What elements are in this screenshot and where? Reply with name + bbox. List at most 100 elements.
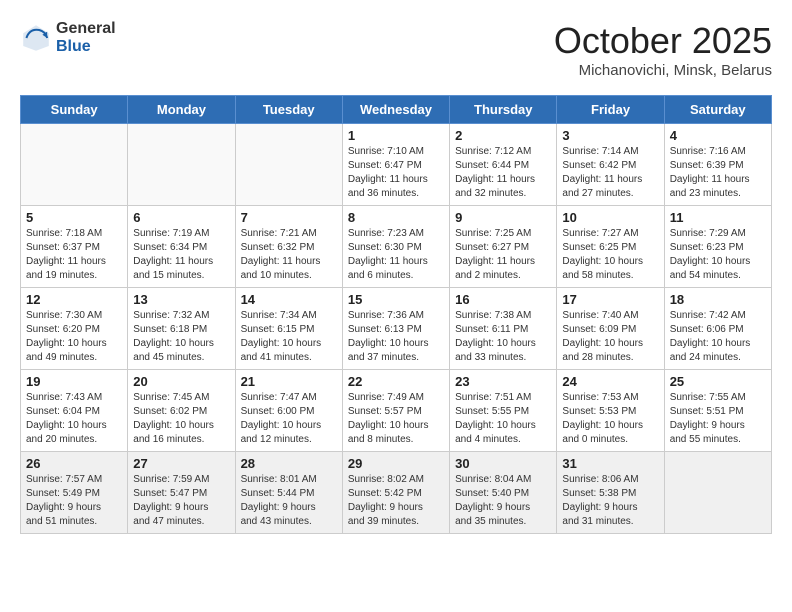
calendar-cell: 26 Sunrise: 7:57 AM Sunset: 5:49 PM Dayli… — [21, 452, 128, 534]
day-info: Sunrise: 7:21 AM Sunset: 6:32 PM Dayligh… — [241, 227, 337, 283]
weekday-header-monday: Monday — [128, 96, 235, 124]
day-number: 15 — [348, 292, 444, 307]
weekday-header-friday: Friday — [557, 96, 664, 124]
day-number: 12 — [26, 292, 122, 307]
location-subtitle: Michanovichi, Minsk, Belarus — [554, 62, 772, 79]
day-number: 21 — [241, 374, 337, 389]
day-number: 25 — [670, 374, 766, 389]
day-number: 19 — [26, 374, 122, 389]
day-info: Sunrise: 7:53 AM Sunset: 5:53 PM Dayligh… — [562, 391, 658, 447]
day-info: Sunrise: 7:38 AM Sunset: 6:11 PM Dayligh… — [455, 309, 551, 365]
calendar-cell: 14 Sunrise: 7:34 AM Sunset: 6:15 PM Dayli… — [235, 288, 342, 370]
day-number: 11 — [670, 210, 766, 225]
day-number: 7 — [241, 210, 337, 225]
calendar-cell: 19 Sunrise: 7:43 AM Sunset: 6:04 PM Dayli… — [21, 370, 128, 452]
day-info: Sunrise: 7:19 AM Sunset: 6:34 PM Dayligh… — [133, 227, 229, 283]
day-number: 9 — [455, 210, 551, 225]
calendar-cell: 29 Sunrise: 8:02 AM Sunset: 5:42 PM Dayli… — [342, 452, 449, 534]
day-info: Sunrise: 7:34 AM Sunset: 6:15 PM Dayligh… — [241, 309, 337, 365]
day-number: 20 — [133, 374, 229, 389]
calendar-cell: 31 Sunrise: 8:06 AM Sunset: 5:38 PM Dayli… — [557, 452, 664, 534]
day-info: Sunrise: 7:40 AM Sunset: 6:09 PM Dayligh… — [562, 309, 658, 365]
day-info: Sunrise: 7:57 AM Sunset: 5:49 PM Dayligh… — [26, 473, 122, 529]
calendar-cell: 27 Sunrise: 7:59 AM Sunset: 5:47 PM Dayli… — [128, 452, 235, 534]
day-number: 6 — [133, 210, 229, 225]
page-header: General Blue October 2025 Michanovichi, … — [20, 20, 772, 79]
day-number: 22 — [348, 374, 444, 389]
day-info: Sunrise: 7:18 AM Sunset: 6:37 PM Dayligh… — [26, 227, 122, 283]
calendar-cell: 17 Sunrise: 7:40 AM Sunset: 6:09 PM Dayli… — [557, 288, 664, 370]
day-number: 31 — [562, 456, 658, 471]
logo-blue-text: Blue — [56, 38, 116, 56]
weekday-header-sunday: Sunday — [21, 96, 128, 124]
day-info: Sunrise: 7:16 AM Sunset: 6:39 PM Dayligh… — [670, 145, 766, 201]
calendar-cell: 13Sunrise: 7:32 AM Sunset: 6:18 PM Dayli… — [128, 288, 235, 370]
day-number: 13 — [133, 292, 229, 307]
day-info: Sunrise: 7:49 AM Sunset: 5:57 PM Dayligh… — [348, 391, 444, 447]
day-info: Sunrise: 8:01 AM Sunset: 5:44 PM Dayligh… — [241, 473, 337, 529]
day-info: Sunrise: 7:14 AM Sunset: 6:42 PM Dayligh… — [562, 145, 658, 201]
calendar-cell — [128, 124, 235, 206]
calendar-cell: 22 Sunrise: 7:49 AM Sunset: 5:57 PM Dayli… — [342, 370, 449, 452]
calendar-cell: 15 Sunrise: 7:36 AM Sunset: 6:13 PM Dayli… — [342, 288, 449, 370]
day-info: Sunrise: 8:02 AM Sunset: 5:42 PM Dayligh… — [348, 473, 444, 529]
day-number: 17 — [562, 292, 658, 307]
day-number: 26 — [26, 456, 122, 471]
day-info: Sunrise: 7:59 AM Sunset: 5:47 PM Dayligh… — [133, 473, 229, 529]
day-info: Sunrise: 8:04 AM Sunset: 5:40 PM Dayligh… — [455, 473, 551, 529]
day-info: Sunrise: 7:27 AM Sunset: 6:25 PM Dayligh… — [562, 227, 658, 283]
weekday-header-row: SundayMondayTuesdayWednesdayThursdayFrid… — [21, 96, 772, 124]
day-number: 27 — [133, 456, 229, 471]
day-info: Sunrise: 7:36 AM Sunset: 6:13 PM Dayligh… — [348, 309, 444, 365]
week-row-3: 12Sunrise: 7:30 AM Sunset: 6:20 PM Dayli… — [21, 288, 772, 370]
logo-general-text: General — [56, 20, 116, 38]
calendar-cell: 3 Sunrise: 7:14 AM Sunset: 6:42 PM Daylig… — [557, 124, 664, 206]
calendar-cell: 28Sunrise: 8:01 AM Sunset: 5:44 PM Dayli… — [235, 452, 342, 534]
day-info: Sunrise: 7:23 AM Sunset: 6:30 PM Dayligh… — [348, 227, 444, 283]
week-row-5: 26 Sunrise: 7:57 AM Sunset: 5:49 PM Dayli… — [21, 452, 772, 534]
day-info: Sunrise: 7:45 AM Sunset: 6:02 PM Dayligh… — [133, 391, 229, 447]
calendar-cell: 18 Sunrise: 7:42 AM Sunset: 6:06 PM Dayli… — [664, 288, 771, 370]
calendar-cell — [21, 124, 128, 206]
day-number: 23 — [455, 374, 551, 389]
calendar-cell: 2Sunrise: 7:12 AM Sunset: 6:44 PM Daylig… — [450, 124, 557, 206]
day-number: 8 — [348, 210, 444, 225]
calendar-cell: 16Sunrise: 7:38 AM Sunset: 6:11 PM Dayli… — [450, 288, 557, 370]
day-number: 18 — [670, 292, 766, 307]
day-info: Sunrise: 8:06 AM Sunset: 5:38 PM Dayligh… — [562, 473, 658, 529]
day-info: Sunrise: 7:29 AM Sunset: 6:23 PM Dayligh… — [670, 227, 766, 283]
week-row-4: 19 Sunrise: 7:43 AM Sunset: 6:04 PM Dayli… — [21, 370, 772, 452]
week-row-1: 1 Sunrise: 7:10 AM Sunset: 6:47 PM Daylig… — [21, 124, 772, 206]
calendar-cell: 10 Sunrise: 7:27 AM Sunset: 6:25 PM Dayli… — [557, 206, 664, 288]
day-info: Sunrise: 7:51 AM Sunset: 5:55 PM Dayligh… — [455, 391, 551, 447]
calendar-cell: 25Sunrise: 7:55 AM Sunset: 5:51 PM Dayli… — [664, 370, 771, 452]
day-number: 1 — [348, 128, 444, 143]
calendar-cell: 7 Sunrise: 7:21 AM Sunset: 6:32 PM Daylig… — [235, 206, 342, 288]
day-number: 4 — [670, 128, 766, 143]
day-number: 10 — [562, 210, 658, 225]
week-row-2: 5Sunrise: 7:18 AM Sunset: 6:37 PM Daylig… — [21, 206, 772, 288]
weekday-header-tuesday: Tuesday — [235, 96, 342, 124]
day-number: 3 — [562, 128, 658, 143]
calendar-cell: 6 Sunrise: 7:19 AM Sunset: 6:34 PM Daylig… — [128, 206, 235, 288]
calendar-cell: 12Sunrise: 7:30 AM Sunset: 6:20 PM Dayli… — [21, 288, 128, 370]
day-info: Sunrise: 7:10 AM Sunset: 6:47 PM Dayligh… — [348, 145, 444, 201]
day-number: 29 — [348, 456, 444, 471]
calendar-cell: 23 Sunrise: 7:51 AM Sunset: 5:55 PM Dayli… — [450, 370, 557, 452]
calendar-cell: 1 Sunrise: 7:10 AM Sunset: 6:47 PM Daylig… — [342, 124, 449, 206]
calendar-cell — [235, 124, 342, 206]
title-block: October 2025 Michanovichi, Minsk, Belaru… — [554, 20, 772, 79]
day-number: 2 — [455, 128, 551, 143]
day-number: 24 — [562, 374, 658, 389]
calendar-cell: 21Sunrise: 7:47 AM Sunset: 6:00 PM Dayli… — [235, 370, 342, 452]
day-info: Sunrise: 7:42 AM Sunset: 6:06 PM Dayligh… — [670, 309, 766, 365]
calendar-cell: 4 Sunrise: 7:16 AM Sunset: 6:39 PM Daylig… — [664, 124, 771, 206]
logo: General Blue — [20, 20, 116, 55]
day-info: Sunrise: 7:43 AM Sunset: 6:04 PM Dayligh… — [26, 391, 122, 447]
weekday-header-saturday: Saturday — [664, 96, 771, 124]
day-number: 14 — [241, 292, 337, 307]
day-info: Sunrise: 7:25 AM Sunset: 6:27 PM Dayligh… — [455, 227, 551, 283]
calendar-cell: 30Sunrise: 8:04 AM Sunset: 5:40 PM Dayli… — [450, 452, 557, 534]
calendar-table: SundayMondayTuesdayWednesdayThursdayFrid… — [20, 95, 772, 534]
logo-icon — [20, 22, 52, 54]
